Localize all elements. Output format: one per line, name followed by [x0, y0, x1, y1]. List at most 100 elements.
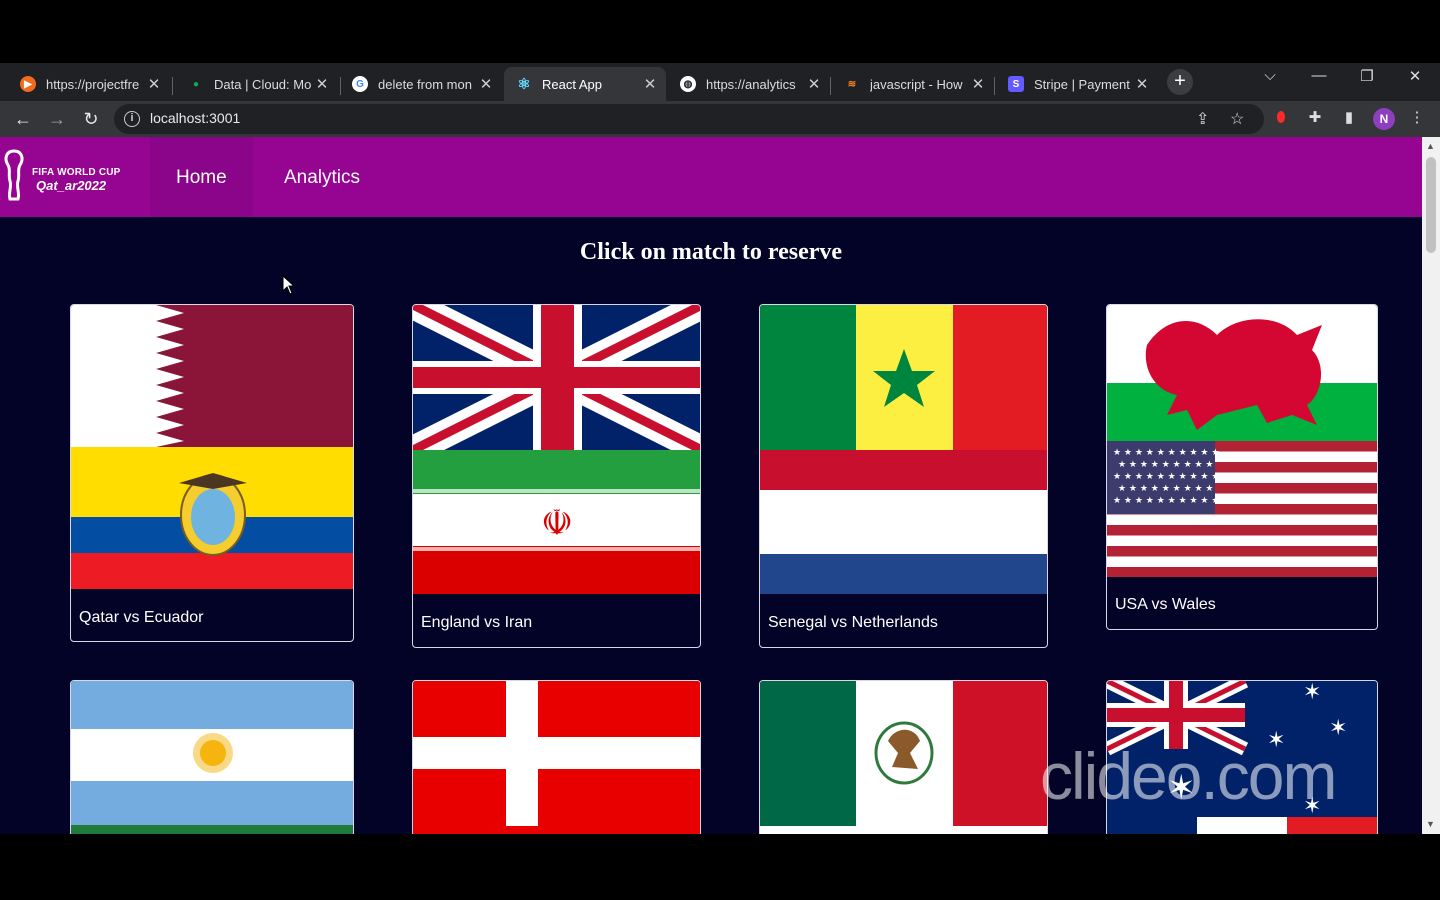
bookmark-star-icon[interactable]: ☆: [1230, 109, 1244, 129]
address-bar[interactable]: i localhost:3001 ⇪ ☆: [114, 104, 1264, 134]
page-heading: Click on match to reserve: [579, 239, 843, 265]
tab-stackoverflow[interactable]: ≋ javascript - How ✕: [832, 67, 994, 101]
senegal-netherlands-flags: [760, 305, 1047, 594]
letterbox-top: [0, 0, 1440, 63]
close-icon[interactable]: ✕: [314, 75, 330, 93]
match-flags: [413, 681, 700, 834]
page-content: FIFA WORLD CUP Qat_ar2022 Home Analytics…: [0, 137, 1422, 834]
profile-avatar[interactable]: N: [1373, 108, 1395, 130]
match-label: Qatar vs Ecuador: [79, 609, 204, 626]
qatar-ecuador-flags: [71, 305, 353, 589]
match-card[interactable]: Senegal vs Netherlands: [759, 304, 1048, 648]
google-icon: G: [352, 76, 368, 92]
extensions-puzzle-icon[interactable]: ✚: [1305, 108, 1325, 128]
svg-text:☫: ☫: [541, 503, 573, 544]
svg-text:★ ★ ★ ★ ★ ★ ★ ★ ★ ★: ★ ★ ★ ★ ★ ★ ★ ★ ★ ★: [1113, 496, 1219, 506]
svg-text:★ ★ ★ ★ ★ ★ ★ ★ ★ ★: ★ ★ ★ ★ ★ ★ ★ ★ ★ ★: [1113, 448, 1219, 458]
tab-mongodb[interactable]: ● Data | Cloud: Mo ✕: [176, 67, 338, 101]
close-icon[interactable]: ✕: [1134, 75, 1150, 93]
match-label: England vs Iran: [421, 614, 533, 631]
menu-dots-icon[interactable]: ⋮: [1407, 108, 1427, 128]
match-card[interactable]: [70, 680, 354, 834]
tab-projectfreetv[interactable]: ▶ https://projectfre ✕: [8, 67, 170, 101]
match-flags: [71, 681, 353, 834]
tab-title: https://projectfre: [46, 76, 140, 92]
tab-react-app[interactable]: ⚛ React App ✕: [504, 67, 666, 101]
play-icon: ▶: [20, 76, 36, 92]
wales-usa-flags: ★ ★ ★ ★ ★ ★ ★ ★ ★ ★ ★ ★ ★ ★ ★ ★ ★ ★ ★ ★ …: [1107, 305, 1377, 577]
globe-icon: ◍: [680, 76, 696, 92]
match-label: Senegal vs Netherlands: [768, 614, 938, 631]
tab-title: React App: [542, 76, 602, 92]
tab-separator: [994, 77, 995, 95]
match-flags: ★ ★ ★ ★ ★ ★ ★ ★ ★ ★ ★ ★ ★ ★ ★ ★ ★ ★ ★ ★ …: [1107, 305, 1377, 577]
match-card[interactable]: Qatar vs Ecuador: [70, 304, 354, 642]
tab-separator: [172, 77, 173, 95]
tab-title: Data | Cloud: Mo: [214, 76, 312, 92]
side-panel-icon[interactable]: ▮: [1339, 108, 1359, 128]
scrollbar-thumb[interactable]: [1426, 157, 1436, 253]
denmark-flag: [413, 681, 700, 834]
forward-icon[interactable]: →: [46, 108, 68, 130]
nav-home[interactable]: Home: [150, 137, 253, 217]
mouse-cursor-icon: [282, 275, 296, 295]
share-icon[interactable]: ⇪: [1196, 109, 1209, 129]
nav-analytics[interactable]: Analytics: [258, 137, 386, 217]
tab-separator: [830, 77, 831, 95]
tab-strip: ▶ https://projectfre ✕ ● Data | Cloud: M…: [0, 63, 1440, 101]
letterbox-bottom: [0, 834, 1440, 900]
tab-title: delete from mon: [378, 76, 472, 92]
close-icon[interactable]: ✕: [146, 75, 162, 93]
tab-title: https://analytics: [706, 76, 796, 92]
match-label: USA vs Wales: [1115, 596, 1216, 613]
tab-title: Stripe | Payment: [1034, 76, 1130, 92]
url-text[interactable]: localhost:3001: [150, 110, 240, 126]
tab-analytics[interactable]: ◍ https://analytics ✕: [668, 67, 830, 101]
leaf-icon: ●: [192, 78, 200, 90]
match-card[interactable]: ★ ★ ★ ★ ★ ★ ★ ★ ★ ★ ★ ★ ★ ★ ★ ★ ★ ★ ★ ★ …: [1106, 304, 1378, 630]
new-tab-button[interactable]: +: [1167, 69, 1193, 95]
match-flags: ☫: [413, 305, 700, 594]
stackoverflow-icon: ≋: [847, 78, 857, 90]
logo-line-1: FIFA WORLD CUP: [32, 167, 121, 178]
fifa-logo[interactable]: FIFA WORLD CUP Qat_ar2022: [0, 149, 140, 203]
match-flags: [71, 305, 353, 589]
match-flags: [760, 681, 1047, 834]
match-flags: [760, 305, 1047, 594]
trophy-icon: [4, 149, 24, 201]
mexico-flag: [760, 681, 1047, 834]
tab-stripe[interactable]: S Stripe | Payment ✕: [996, 67, 1158, 101]
minimize-icon[interactable]: —: [1304, 67, 1334, 84]
england-iran-flags: ☫: [413, 305, 700, 594]
tab-search-icon[interactable]: ⌵: [1255, 67, 1285, 84]
match-card[interactable]: [759, 680, 1048, 834]
restore-icon[interactable]: ❐: [1352, 67, 1382, 85]
svg-text:★ ★ ★ ★ ★ ★ ★ ★ ★: ★ ★ ★ ★ ★ ★ ★ ★ ★: [1118, 484, 1214, 494]
svg-text:★ ★ ★ ★ ★ ★ ★ ★ ★: ★ ★ ★ ★ ★ ★ ★ ★ ★: [1118, 460, 1214, 470]
extension-red-icon[interactable]: ⬮: [1271, 108, 1291, 128]
window-close-icon[interactable]: ✕: [1400, 67, 1430, 85]
react-icon: ⚛: [517, 76, 531, 93]
close-icon[interactable]: ✕: [806, 75, 822, 93]
match-card[interactable]: ☫ England vs Iran: [412, 304, 701, 648]
close-icon[interactable]: ✕: [478, 75, 494, 93]
close-icon[interactable]: ✕: [642, 75, 658, 93]
usa-flag: ★ ★ ★ ★ ★ ★ ★ ★ ★ ★ ★ ★ ★ ★ ★ ★ ★ ★ ★ ★ …: [1107, 441, 1377, 577]
scroll-down-icon[interactable]: ▼: [1426, 819, 1435, 829]
reload-icon[interactable]: ↻: [80, 108, 102, 130]
scroll-up-icon[interactable]: ▲: [1426, 141, 1435, 151]
logo-line-2: Qat_ar2022: [36, 178, 107, 193]
page-scrollbar[interactable]: ▲ ▼: [1422, 137, 1440, 834]
match-card[interactable]: [412, 680, 701, 834]
svg-text:✶: ✶: [1303, 681, 1321, 705]
info-icon[interactable]: i: [124, 111, 140, 127]
app-navbar: FIFA WORLD CUP Qat_ar2022 Home Analytics: [0, 137, 1422, 217]
back-icon[interactable]: ←: [12, 108, 34, 130]
close-icon[interactable]: ✕: [970, 75, 986, 93]
argentina-flag: [71, 681, 353, 834]
tab-title: javascript - How: [870, 76, 963, 92]
svg-text:★ ★ ★ ★ ★ ★ ★ ★ ★ ★: ★ ★ ★ ★ ★ ★ ★ ★ ★ ★: [1113, 472, 1219, 482]
watermark: clideo.com: [1040, 739, 1337, 813]
tab-google-search[interactable]: G delete from mon ✕: [340, 67, 502, 101]
stripe-icon: S: [1008, 76, 1024, 92]
